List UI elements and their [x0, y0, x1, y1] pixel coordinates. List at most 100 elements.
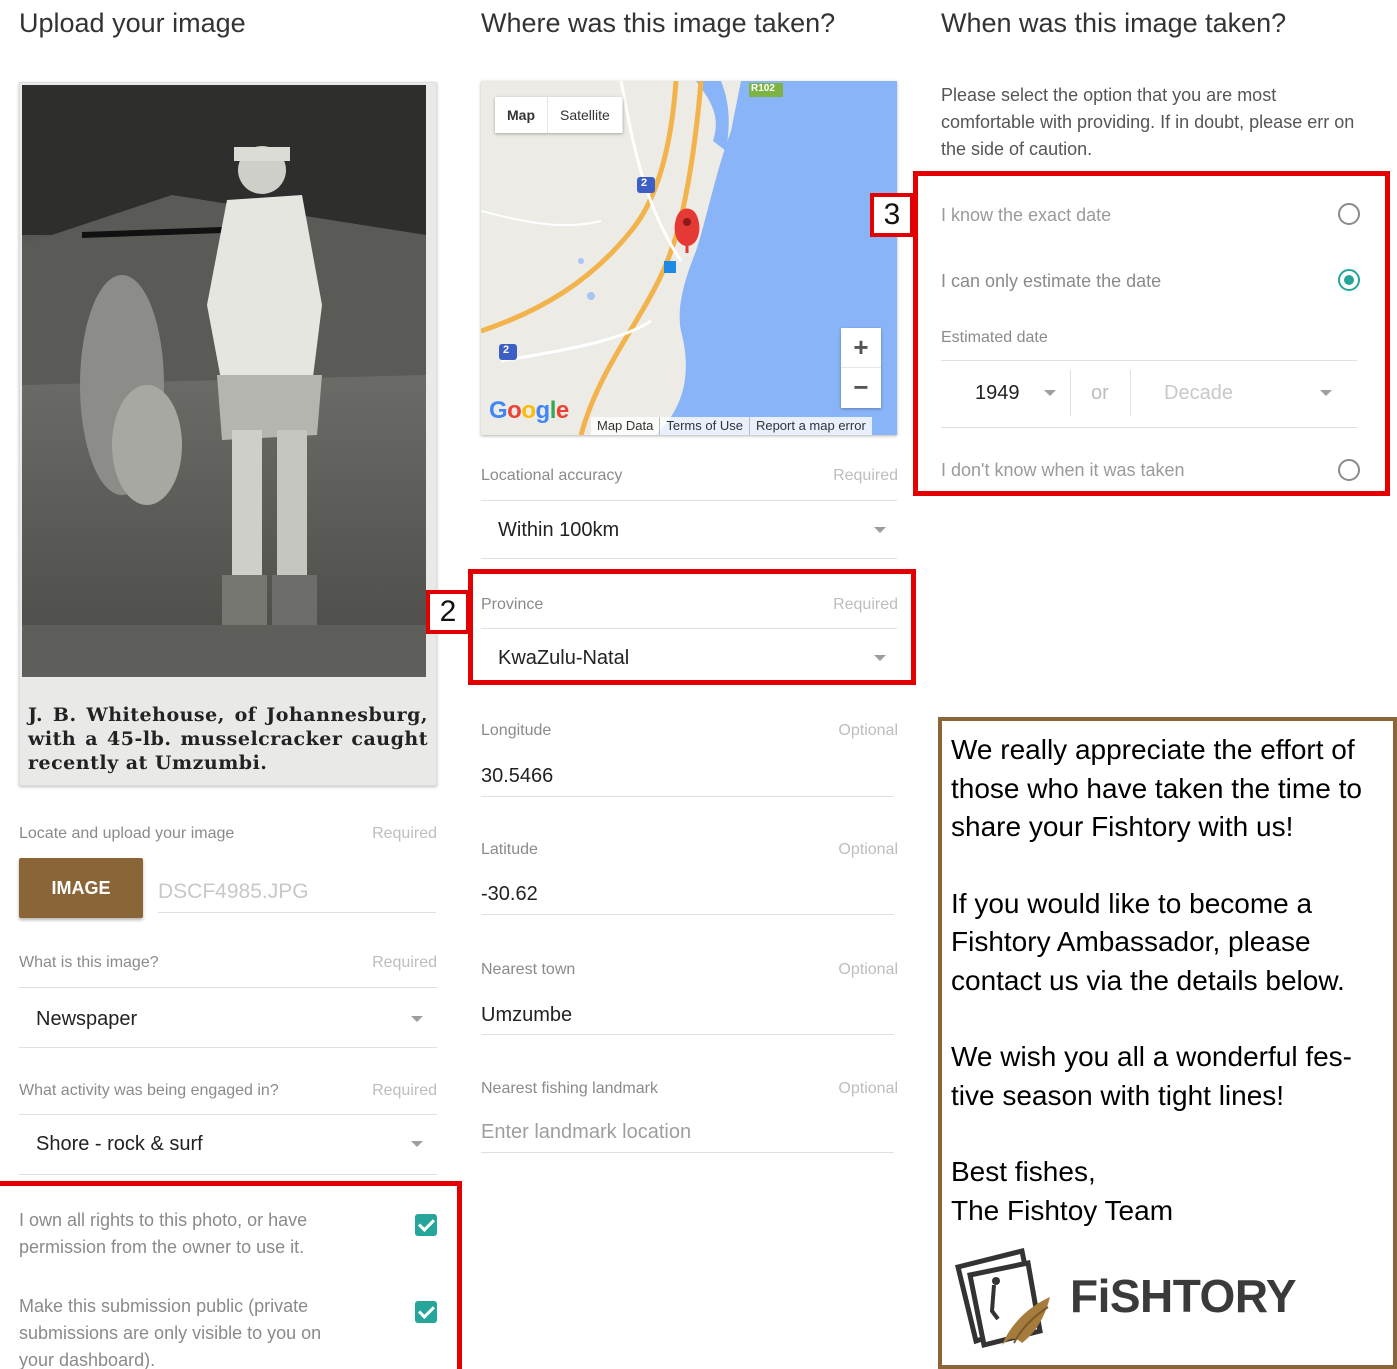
landmark-input[interactable]: Enter landmark location [481, 1121, 691, 1144]
exact-date-label: I know the exact date [941, 205, 1112, 225]
province-label: Province [481, 596, 544, 613]
town-label: Nearest town [481, 961, 576, 978]
what-label: What is this image? [19, 954, 159, 971]
chevron-down-icon [411, 1141, 423, 1147]
divider [481, 500, 897, 501]
divider [481, 914, 894, 915]
unknown-date-radio[interactable] [1338, 459, 1360, 481]
annotation-number-2: 2 [426, 590, 470, 634]
divider [481, 558, 897, 559]
google-logo: Google [489, 397, 569, 424]
when-intro: Please select the option that you are mo… [941, 85, 1355, 159]
latitude-label: Latitude [481, 841, 538, 858]
map-canvas[interactable] [481, 81, 897, 435]
divider [481, 1152, 894, 1153]
landmark-optional: Optional [838, 1080, 898, 1097]
estimate-date-radio[interactable] [1338, 269, 1360, 291]
or-text: or [1091, 382, 1109, 404]
divider [1070, 370, 1071, 416]
road-shield-2: 2 [503, 344, 510, 356]
divider [19, 1174, 437, 1175]
fishtory-brand: FiSHTORY [1070, 1270, 1297, 1322]
province-value: KwaZulu-Natal [498, 647, 630, 669]
note-paragraph-2: If you would like to become a Fishtory A… [951, 887, 1345, 996]
activity-required: Required [372, 1082, 437, 1099]
year-select[interactable]: 1949 [941, 367, 1069, 419]
note-paragraph-1: We really appreciate the effort of those… [951, 734, 1362, 842]
what-required: Required [372, 954, 437, 971]
town-input[interactable]: Umzumbe [481, 1004, 572, 1027]
upload-required: Required [372, 825, 437, 842]
decade-placeholder: Decade [1164, 382, 1233, 404]
uploaded-photo-preview: J. B. Whitehouse, of Johannesburg, with … [19, 82, 437, 786]
chevron-down-icon [874, 655, 886, 661]
report-map-error-link[interactable]: Report a map error [750, 417, 872, 435]
rights-checkbox[interactable] [415, 1214, 437, 1236]
note-signoff-2: The Fishtoy Team [951, 1194, 1174, 1226]
where-title: Where was this image taken? [481, 8, 836, 38]
image-type-value: Newspaper [36, 1008, 138, 1030]
estimate-date-label: I can only estimate the date [941, 271, 1162, 291]
province-required: Required [833, 596, 898, 613]
divider [481, 796, 894, 797]
road-label: R102 [751, 83, 775, 94]
fishtory-note: We really appreciate the effort of those… [938, 717, 1397, 1369]
unknown-date-label: I don't know when it was taken [941, 460, 1185, 480]
accuracy-required: Required [833, 467, 898, 484]
year-value: 1949 [975, 382, 1020, 404]
chevron-down-icon [1320, 390, 1332, 396]
road-shield-1: 2 [641, 177, 648, 189]
annotation-number-3: 3 [870, 193, 914, 237]
divider [481, 1034, 894, 1035]
image-upload-button[interactable]: IMAGE [19, 858, 143, 918]
decade-select[interactable]: Decade [1131, 367, 1357, 419]
chevron-down-icon [1044, 390, 1056, 396]
exact-date-radio[interactable] [1338, 203, 1360, 225]
location-map[interactable]: R102 2 2 Map Satellite + − Google Map Da… [481, 81, 897, 435]
note-paragraph-3: We wish you all a wonderful fes-tive sea… [951, 1041, 1352, 1111]
activity-select[interactable]: Shore - rock & surf [19, 1117, 437, 1173]
newspaper-photo [22, 85, 426, 677]
landmark-label: Nearest fishing landmark [481, 1080, 658, 1097]
divider [19, 987, 437, 988]
zoom-in-button[interactable]: + [841, 328, 881, 368]
longitude-input[interactable]: 30.5466 [481, 765, 553, 788]
activity-label: What activity was being engaged in? [19, 1082, 279, 1099]
map-type-satellite[interactable]: Satellite [548, 97, 623, 133]
accuracy-select[interactable]: Within 100km [481, 503, 897, 557]
activity-value: Shore - rock & surf [36, 1133, 203, 1155]
town-optional: Optional [838, 961, 898, 978]
photo-caption: J. B. Whitehouse, of Johannesburg, with … [28, 704, 428, 774]
divider [19, 1114, 437, 1115]
estimated-date-label: Estimated date [941, 329, 1048, 346]
map-type-map[interactable]: Map [495, 97, 548, 133]
map-type-control[interactable]: Map Satellite [495, 97, 623, 133]
longitude-label: Longitude [481, 722, 552, 739]
when-title: When was this image taken? [941, 8, 1287, 38]
map-data-link[interactable]: Map Data [591, 417, 661, 435]
divider [481, 628, 897, 629]
zoom-out-button[interactable]: − [841, 368, 881, 408]
accuracy-value: Within 100km [498, 519, 620, 541]
fishtory-logo-icon [954, 1247, 1050, 1349]
image-type-select[interactable]: Newspaper [19, 990, 437, 1046]
longitude-optional: Optional [838, 722, 898, 739]
province-select[interactable]: KwaZulu-Natal [481, 631, 897, 681]
divider [941, 360, 1357, 361]
latitude-optional: Optional [838, 841, 898, 858]
public-text: Make this submission public (private sub… [19, 1296, 322, 1369]
note-signoff-1: Best fishes, [951, 1156, 1096, 1187]
latitude-input[interactable]: -30.62 [481, 883, 538, 906]
chevron-down-icon [411, 1016, 423, 1022]
upload-title: Upload your image [19, 8, 246, 38]
divider [19, 1047, 437, 1048]
zoom-control[interactable]: + − [841, 328, 881, 408]
chevron-down-icon [874, 527, 886, 533]
upload-label: Locate and upload your image [19, 825, 235, 842]
accuracy-label: Locational accuracy [481, 467, 623, 484]
file-name-underline [158, 912, 436, 913]
rights-text: I own all rights to this photo, or have … [19, 1210, 308, 1257]
public-checkbox[interactable] [415, 1301, 437, 1323]
file-name-field[interactable]: DSCF4985.JPG [158, 880, 309, 904]
terms-of-use-link[interactable]: Terms of Use [660, 417, 750, 435]
